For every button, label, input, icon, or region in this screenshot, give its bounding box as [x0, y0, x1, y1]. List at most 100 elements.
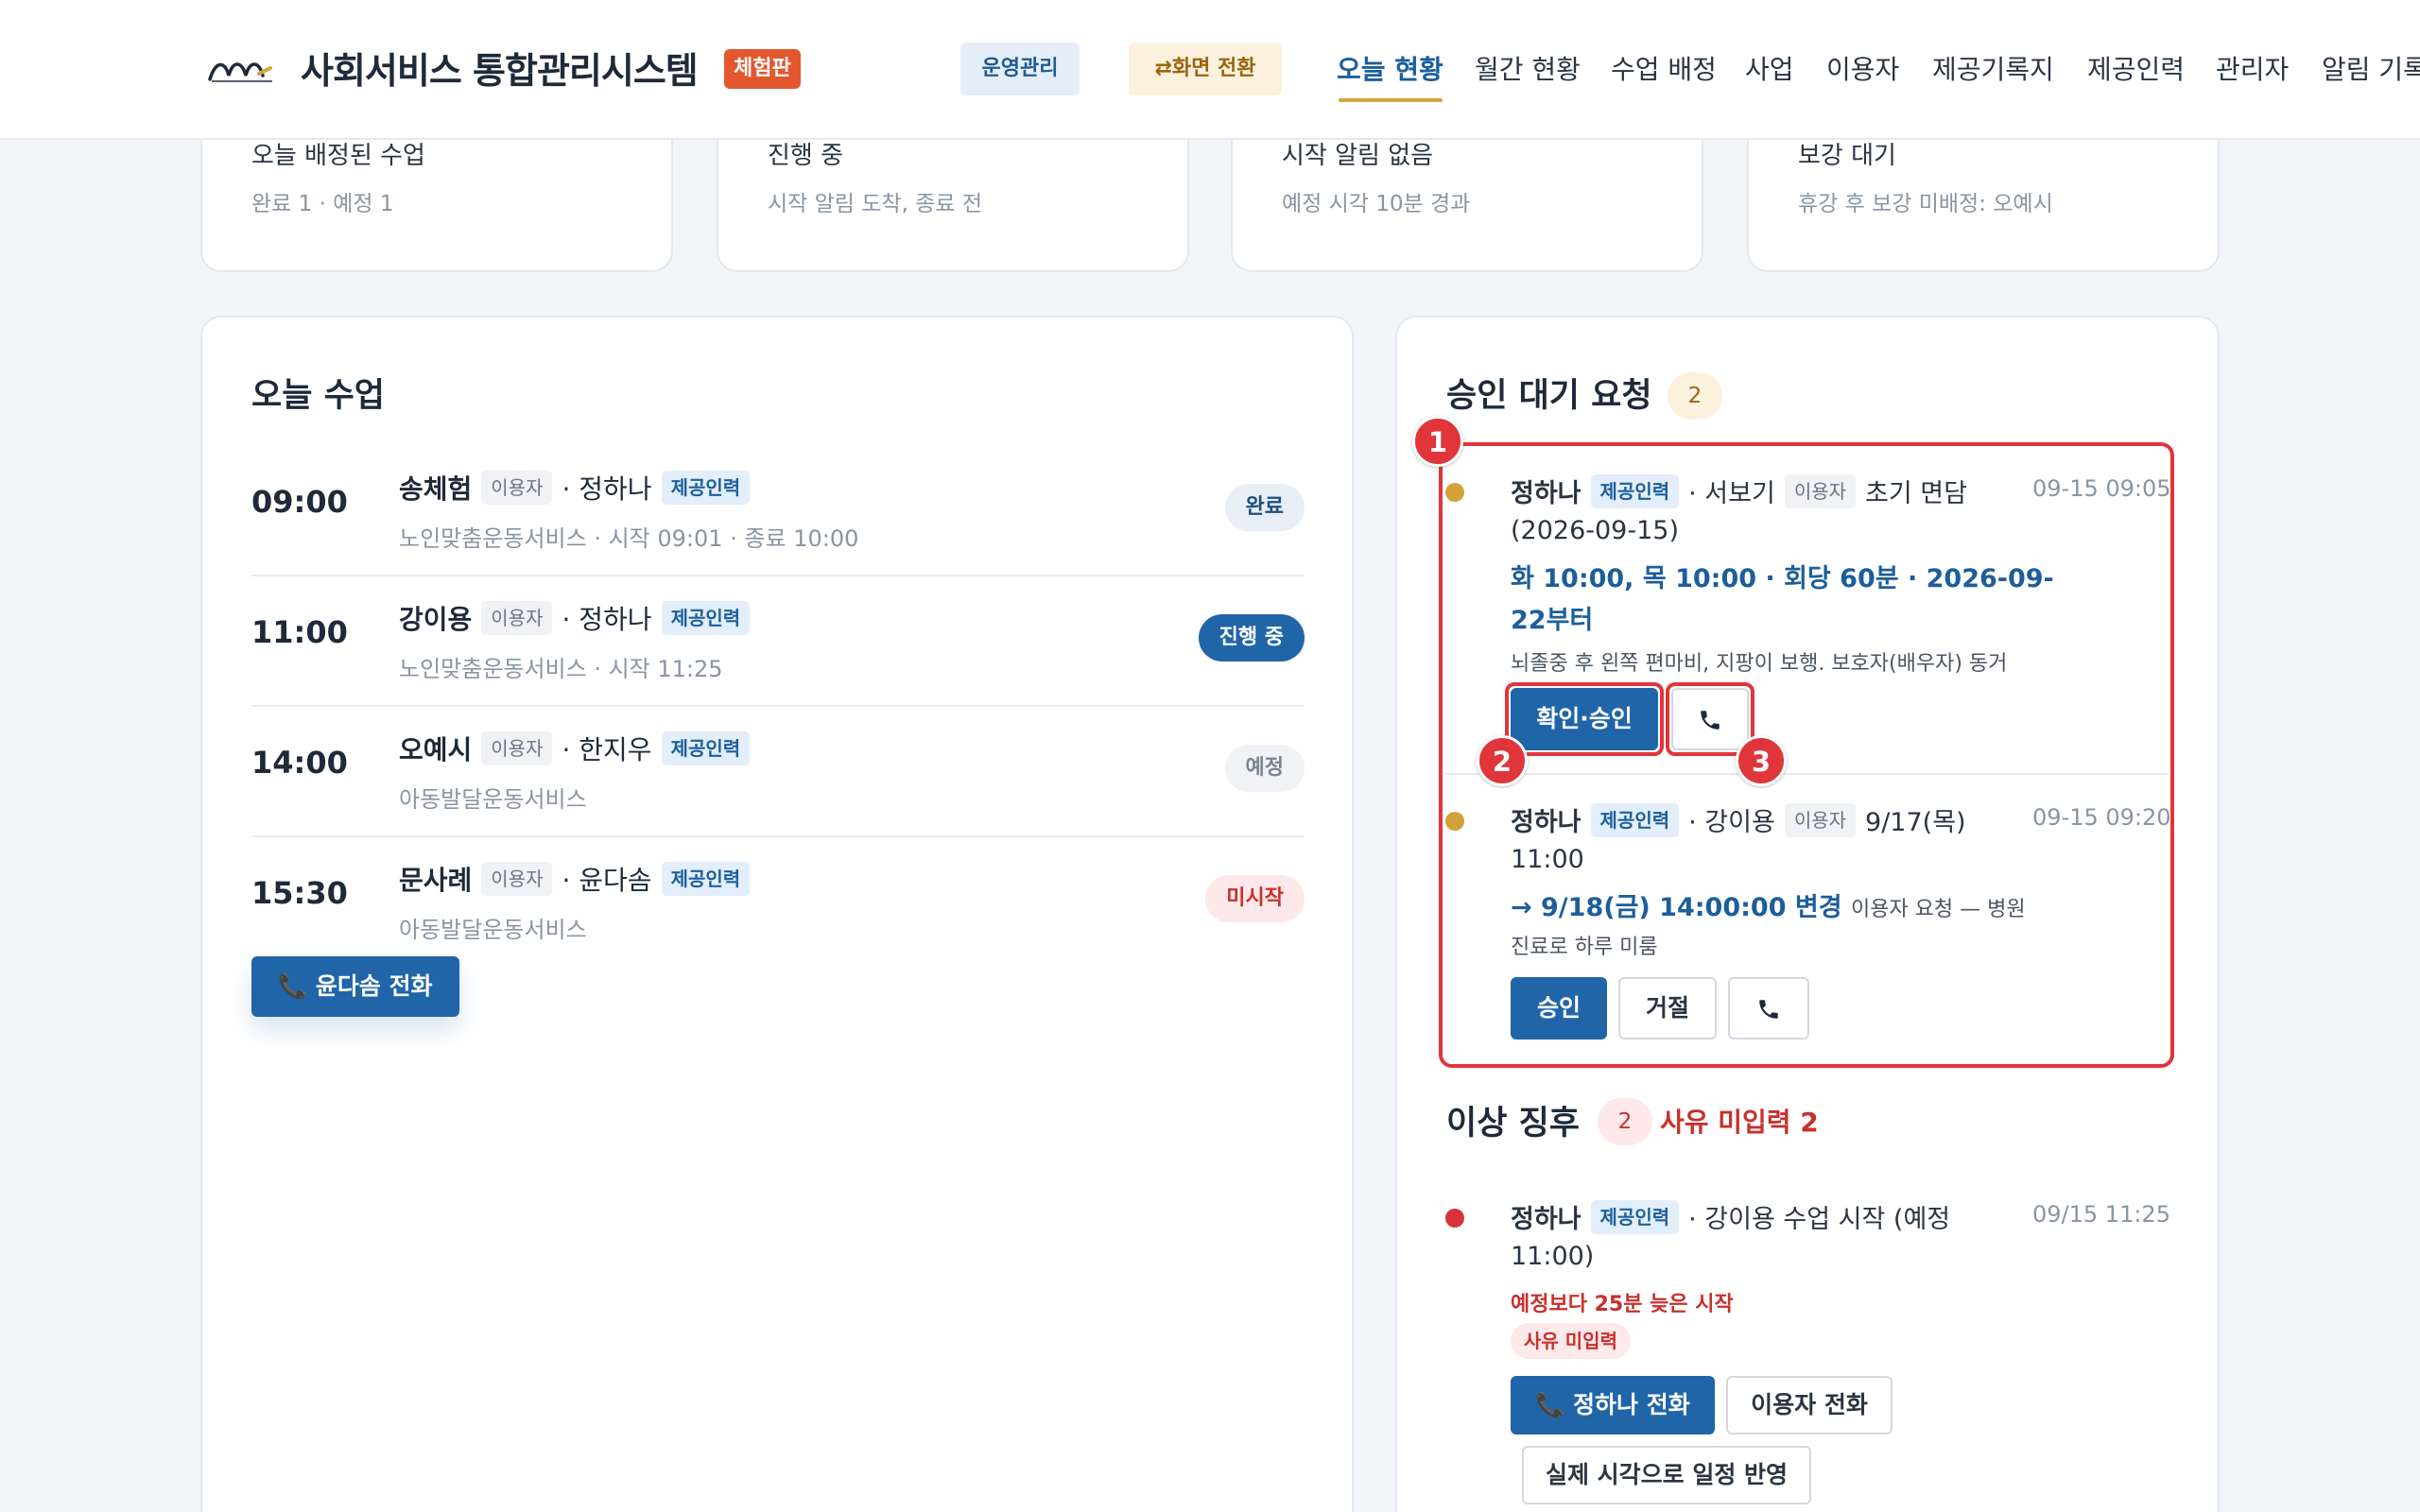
lesson-time: 11:00: [251, 614, 348, 650]
request-date: (2026-09-15): [1511, 516, 1679, 545]
lesson-detail: 노인맞춤운동서비스 · 시작 09:01 · 종료 10:00: [399, 525, 859, 552]
logo-icon: [208, 62, 272, 82]
staff-name: 정하나: [1511, 808, 1582, 837]
original-date: 9/17(목): [1865, 808, 1966, 837]
nav-active-indicator: [1339, 98, 1443, 102]
staff-name: 정하나: [1511, 479, 1582, 508]
marker-1: 1: [1412, 416, 1463, 467]
call-user-button[interactable]: 이용자 전화: [1726, 1376, 1893, 1435]
staff-tag: 제공인력: [1590, 1199, 1680, 1234]
user-name: · 서보기: [1688, 479, 1775, 508]
summary-sub: 시작 알림 도착, 종료 전: [768, 192, 982, 216]
nav-users[interactable]: 이용자: [1826, 49, 1899, 87]
lesson-time: 15:30: [251, 875, 348, 911]
app-title: 사회서비스 통합관리시스템: [301, 50, 699, 92]
change-text: → 9/18(금) 14:00:00 변경: [1511, 893, 1842, 922]
nav-today-status[interactable]: 오늘 현황: [1337, 49, 1443, 87]
request-schedule-line-1: 화 10:00, 목 10:00 · 회당 60분 · 2026-09-: [1511, 564, 2054, 593]
call-yundasom-button[interactable]: 📞 윤다솜 전화: [251, 956, 459, 1017]
call-button[interactable]: [1728, 977, 1809, 1040]
request-type: 초기 면담: [1865, 479, 1967, 508]
reject-button[interactable]: 거절: [1618, 977, 1717, 1040]
user-name: · 강이용: [1688, 808, 1775, 837]
today-classes-panel: 오늘 수업 09:00 송체험 이용자 · 정하나 제공인력 노인맞춤운동서비스…: [200, 316, 1354, 1512]
user-name: 송체험: [399, 473, 473, 505]
missing-reason-label: 사유 미입력 2: [1660, 1107, 1819, 1138]
alert-dot: [1445, 1209, 1464, 1228]
nav-providers[interactable]: 제공인력: [2087, 49, 2185, 87]
lesson-names: 강이용 이용자 · 정하나 제공인력: [399, 599, 751, 637]
lesson-detail: 노인맞춤운동서비스 · 시작 11:25: [399, 656, 723, 682]
lesson-names: 문사례 이용자 · 윤다솜 제공인력: [399, 860, 751, 898]
anomaly-text-cont: 11:00): [1511, 1242, 1595, 1271]
status-dot: [1445, 483, 1464, 502]
staff-name: · 한지우: [562, 734, 652, 765]
anomalies-title: 이상 징후: [1446, 1105, 1580, 1143]
user-tag: 이용자: [481, 731, 553, 765]
lesson-row[interactable]: 15:30 문사례 이용자 · 윤다솜 제공인력 아동발달운동서비스 미시작: [251, 837, 1305, 968]
lesson-row[interactable]: 14:00 오예시 이용자 · 한지우 제공인력 아동발달운동서비스 예정: [251, 707, 1305, 837]
summary-sub: 완료 1 · 예정 1: [251, 192, 394, 216]
staff-tag: 제공인력: [1590, 802, 1680, 837]
marker-3: 3: [1736, 735, 1787, 786]
request-time: 09-15 09:20: [2032, 804, 2171, 831]
lesson-row[interactable]: 11:00 강이용 이용자 · 정하나 제공인력 노인맞춤운동서비스 · 시작 …: [251, 576, 1305, 707]
user-tag: 이용자: [481, 471, 553, 505]
status-dot: [1445, 812, 1464, 831]
late-start-warning: 예정보다 25분 늦은 시작: [1511, 1293, 1734, 1316]
staff-tag: 제공인력: [661, 601, 751, 635]
anomaly-time: 09/15 11:25: [2032, 1201, 2170, 1228]
request-divider: [1444, 773, 2169, 775]
change-reason: 이용자 요청 — 병원: [1850, 898, 2026, 921]
summary-sub: 예정 시각 10분 경과: [1282, 192, 1471, 216]
approve-button[interactable]: 승인: [1511, 977, 1607, 1040]
lesson-time: 09:00: [251, 484, 348, 520]
status-badge: 진행 중: [1198, 614, 1305, 662]
lesson-time: 14:00: [251, 745, 348, 781]
call-staff-button[interactable]: 📞 정하나 전화: [1511, 1376, 1715, 1435]
staff-name: · 정하나: [562, 604, 652, 635]
user-name: 문사례: [399, 865, 473, 896]
lesson-detail: 아동발달운동서비스: [399, 917, 587, 943]
summary-title: 오늘 배정된 수업: [251, 142, 425, 170]
original-time: 11:00: [1511, 845, 1584, 874]
nav-admins[interactable]: 관리자: [2216, 49, 2289, 87]
lesson-row[interactable]: 09:00 송체험 이용자 · 정하나 제공인력 노인맞춤운동서비스 · 시작 …: [251, 446, 1305, 576]
anomaly-text: · 강이용 수업 시작 (예정: [1688, 1205, 1951, 1234]
request-2-header: 정하나 제공인력 · 강이용 이용자 9/17(목): [1511, 801, 1966, 838]
nav-business[interactable]: 사업: [1745, 49, 1794, 87]
user-name: 오예시: [399, 734, 473, 765]
request-note: 뇌졸중 후 왼쪽 편마비, 지팡이 보행. 보호자(배우자) 동거: [1511, 652, 2008, 676]
summary-sub: 휴강 후 보강 미배정: 오예시: [1798, 192, 2053, 216]
staff-tag: 제공인력: [1590, 473, 1680, 508]
apply-actual-time-button[interactable]: 실제 시각으로 일정 반영: [1522, 1446, 1811, 1504]
staff-tag: 제공인력: [661, 862, 751, 896]
lesson-detail: 아동발달운동서비스: [399, 786, 587, 813]
user-tag: 이용자: [481, 862, 553, 896]
top-navigation-bar: 사회서비스 통합관리시스템 체험판 운영관리 ⇄화면 전환 오늘 현황 월간 현…: [0, 0, 2420, 140]
summary-title: 시작 알림 없음: [1282, 142, 1434, 170]
nav-service-records[interactable]: 제공기록지: [1932, 49, 2054, 87]
request-time: 09-15 09:05: [2032, 475, 2171, 502]
nav-monthly-status[interactable]: 월간 현황: [1475, 49, 1581, 87]
request-schedule-line-2: 22부터: [1511, 606, 1594, 635]
staff-name: · 윤다솜: [562, 865, 652, 896]
trial-badge: 체험판: [724, 49, 801, 89]
request-1-header: 정하나 제공인력 · 서보기 이용자 초기 면담: [1511, 472, 1967, 509]
lesson-names: 송체험 이용자 · 정하나 제공인력: [399, 469, 751, 507]
staff-name: · 정하나: [562, 473, 652, 505]
status-badge: 완료: [1224, 484, 1305, 531]
change-request: → 9/18(금) 14:00:00 변경 이용자 요청 — 병원: [1511, 886, 2026, 923]
user-tag: 이용자: [481, 601, 553, 635]
nav-notification-log[interactable]: 알림 기록: [2322, 49, 2420, 87]
approvals-title: 승인 대기 요청: [1446, 377, 1652, 415]
anomaly-header: 정하나 제공인력 · 강이용 수업 시작 (예정: [1511, 1198, 1950, 1235]
switch-screen-button[interactable]: ⇄화면 전환: [1129, 43, 1282, 95]
operations-button[interactable]: 운영관리: [960, 43, 1080, 95]
confirm-button-highlight: [1505, 682, 1664, 756]
phone-icon: [1759, 1000, 1778, 1019]
today-classes-title: 오늘 수업: [251, 377, 385, 415]
status-badge: 미시작: [1205, 875, 1305, 922]
marker-2: 2: [1477, 735, 1528, 786]
nav-class-assignment[interactable]: 수업 배정: [1611, 49, 1717, 87]
